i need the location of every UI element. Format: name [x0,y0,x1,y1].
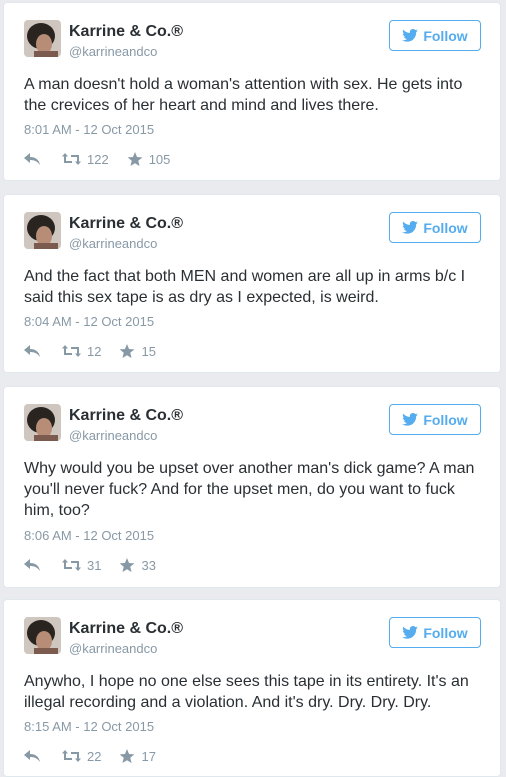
retweet-button[interactable]: 122 [62,152,109,167]
retweet-button[interactable]: 31 [62,558,101,573]
favorite-button[interactable]: 15 [119,343,156,359]
reply-icon[interactable] [24,153,40,165]
tweet-text: Anywho, I hope no one else sees this tap… [24,673,469,711]
favorite-button[interactable]: 17 [119,748,156,764]
retweet-count: 22 [87,748,102,764]
follow-label: Follow [423,219,468,236]
favorite-count: 33 [141,557,156,573]
star-icon [127,151,143,167]
avatar[interactable] [24,212,61,249]
favorite-count: 17 [141,748,156,764]
favorite-button[interactable]: 33 [119,557,156,573]
user-handle[interactable]: @karrineandco [69,44,157,59]
star-icon [119,557,135,573]
favorite-count: 105 [148,151,171,167]
follow-label: Follow [423,27,468,44]
favorite-count: 15 [141,343,156,359]
reply-icon[interactable] [24,750,40,762]
tweet-actions: 12 15 [24,342,156,360]
avatar[interactable] [24,617,61,654]
tweet-card: Karrine & Co.® @karrineandco Follow And … [3,194,501,373]
retweet-count: 122 [87,151,109,167]
avatar[interactable] [24,404,61,441]
tweet-text: Why would you be upset over another man'… [24,460,475,519]
reply-icon[interactable] [24,559,40,571]
twitter-bird-icon [402,221,419,234]
display-name[interactable]: Karrine & Co.® [69,23,183,41]
tweet-actions: 122 105 [24,150,170,168]
tweet-timestamp[interactable]: 8:06 AM - 12 Oct 2015 [24,528,154,543]
twitter-bird-icon [402,626,419,639]
tweet-text: A man doesn't hold a woman's attention w… [24,76,463,114]
display-name[interactable]: Karrine & Co.® [69,620,183,638]
retweet-icon [62,153,81,165]
retweet-icon [62,559,81,571]
follow-button[interactable]: Follow [389,212,481,243]
avatar[interactable] [24,20,61,57]
tweet-timestamp[interactable]: 8:04 AM - 12 Oct 2015 [24,314,154,329]
tweet-actions: 22 17 [24,747,156,765]
tweet-card: Karrine & Co.® @karrineandco Follow Why … [3,386,501,588]
favorite-button[interactable]: 105 [127,151,171,167]
follow-label: Follow [423,411,468,428]
tweet-card: Karrine & Co.® @karrineandco Follow A ma… [3,2,501,181]
retweet-button[interactable]: 12 [62,344,101,359]
retweet-icon [62,750,81,762]
star-icon [119,748,135,764]
tweet-timestamp[interactable]: 8:15 AM - 12 Oct 2015 [24,719,154,734]
user-handle[interactable]: @karrineandco [69,428,157,443]
follow-label: Follow [423,624,468,641]
follow-button[interactable]: Follow [389,404,481,435]
display-name[interactable]: Karrine & Co.® [69,215,183,233]
user-handle[interactable]: @karrineandco [69,641,157,656]
tweet-actions: 31 33 [24,556,156,574]
display-name[interactable]: Karrine & Co.® [69,407,183,425]
retweet-icon [62,345,81,357]
user-handle[interactable]: @karrineandco [69,236,157,251]
retweet-button[interactable]: 22 [62,749,101,764]
follow-button[interactable]: Follow [389,617,481,648]
reply-icon[interactable] [24,345,40,357]
tweet-card: Karrine & Co.® @karrineandco Follow Anyw… [3,599,501,777]
twitter-bird-icon [402,29,419,42]
tweet-timestamp[interactable]: 8:01 AM - 12 Oct 2015 [24,122,154,137]
retweet-count: 31 [87,557,102,573]
retweet-count: 12 [87,343,102,359]
star-icon [119,343,135,359]
follow-button[interactable]: Follow [389,20,481,51]
tweet-text: And the fact that both MEN and women are… [24,268,466,306]
twitter-bird-icon [402,413,419,426]
